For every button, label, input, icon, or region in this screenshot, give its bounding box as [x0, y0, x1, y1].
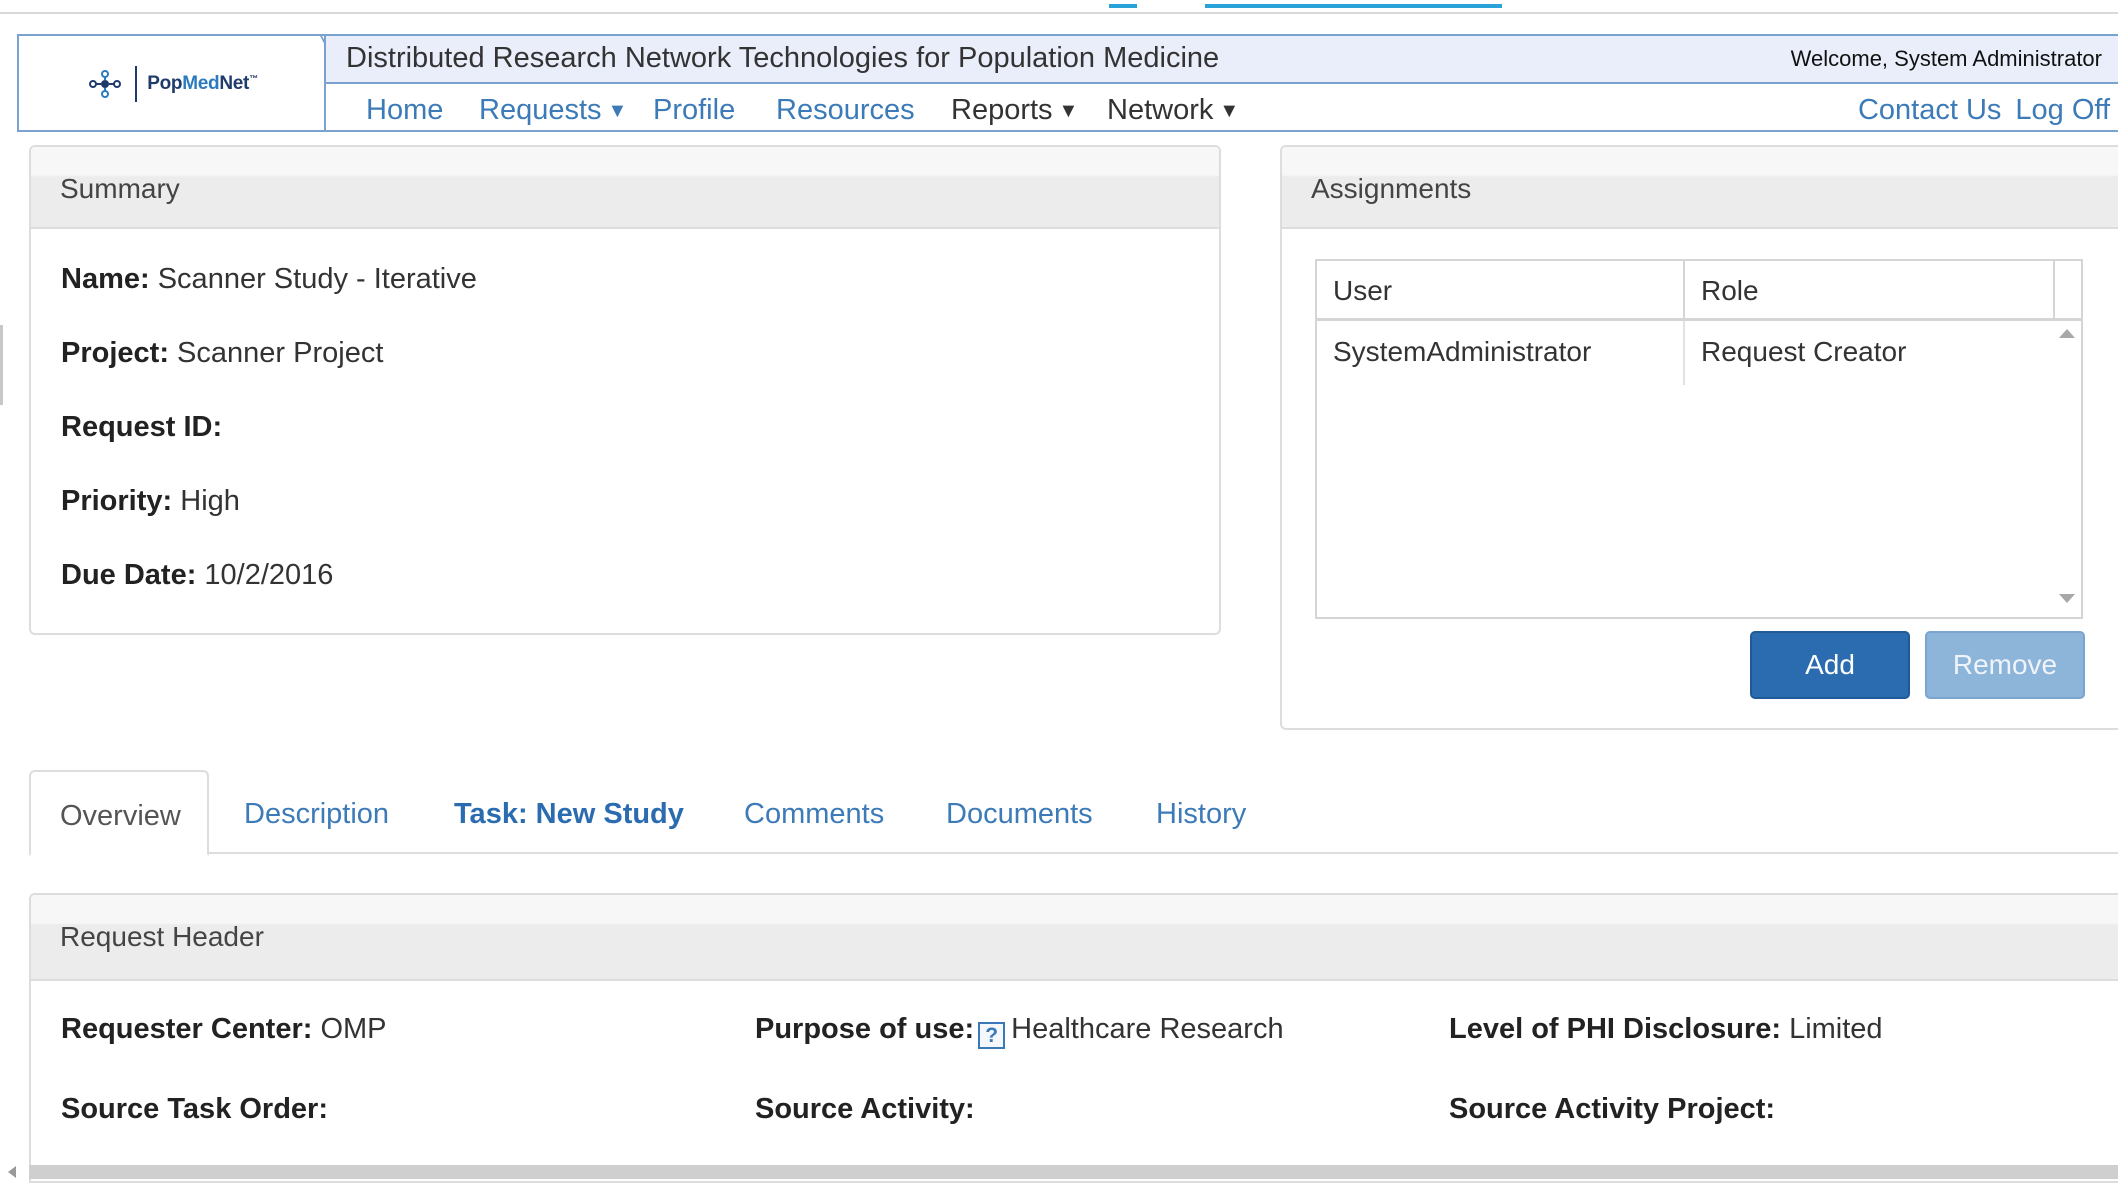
app-header: PopMedNet™ Distributed Research Network …: [17, 34, 2118, 132]
summary-priority-row: Priority: High: [61, 485, 240, 517]
table-row[interactable]: SystemAdministrator Request Creator: [1317, 321, 2055, 385]
nav-home[interactable]: Home: [366, 94, 443, 127]
assignments-panel: Assignments User Role SystemAdministrato…: [1280, 145, 2118, 730]
request-header-title: Request Header: [60, 921, 264, 952]
request-header-panel: Request Header Requester Center: OMP Pur…: [29, 893, 2118, 1183]
window-edge: [0, 325, 3, 405]
main-nav: Home Requests ▼ Profile Resources Reports…: [326, 84, 2118, 132]
log-off-link[interactable]: Log Off: [2015, 94, 2110, 126]
assignments-heading: Assignments: [1282, 147, 2118, 229]
summary-title: Summary: [60, 173, 180, 204]
contact-us-link[interactable]: Contact Us: [1858, 94, 2001, 126]
scroll-down-arrow-icon[interactable]: [2059, 594, 2075, 603]
summary-project-row: Project: Scanner Project: [61, 337, 384, 369]
nav-profile[interactable]: Profile: [653, 94, 735, 127]
column-header-role[interactable]: Role: [1685, 261, 2055, 318]
summary-request-id-row: Request ID:: [61, 411, 223, 443]
request-header-heading: Request Header: [31, 895, 2118, 981]
cell-user: SystemAdministrator: [1317, 321, 1685, 385]
logo-divider: [135, 66, 138, 102]
network-logo-icon: [89, 70, 122, 98]
nav-network[interactable]: Network ▼: [1107, 94, 1239, 127]
scroll-up-arrow-icon[interactable]: [2059, 329, 2075, 338]
request-tabs: Overview Description Task: New Study Com…: [29, 770, 2118, 856]
welcome-message: Welcome, System Administrator: [1790, 46, 2102, 71]
nav-utility-links: Contact Us Log Off: [1844, 94, 2110, 127]
resize-corner-icon: [8, 1166, 16, 1178]
assignments-title: Assignments: [1311, 173, 1472, 204]
popmednet-logo[interactable]: PopMedNet™: [19, 36, 326, 132]
horizontal-scrollbar[interactable]: [29, 1165, 2118, 1179]
summary-panel: Summary Name: Scanner Study - Iterative …: [29, 145, 1221, 635]
remove-button[interactable]: Remove: [1925, 631, 2085, 699]
source-activity-field: Source Activity:: [755, 1093, 975, 1125]
column-header-user[interactable]: User: [1317, 261, 1685, 318]
browser-tab-indicator-active: [1205, 4, 1502, 8]
source-activity-project-field: Source Activity Project:: [1449, 1093, 1776, 1125]
assignments-grid[interactable]: User Role SystemAdministrator Request Cr…: [1315, 259, 2083, 619]
add-button[interactable]: Add: [1750, 631, 1910, 699]
nav-reports[interactable]: Reports ▼: [951, 94, 1078, 127]
summary-name-row: Name: Scanner Study - Iterative: [61, 263, 477, 295]
source-task-order-field: Source Task Order:: [61, 1093, 329, 1125]
chevron-down-icon: ▼: [1219, 100, 1240, 122]
grid-header: User Role: [1317, 261, 2081, 321]
chevron-down-icon: ▼: [607, 100, 628, 122]
app-title: Distributed Research Network Technologie…: [346, 42, 1220, 74]
help-icon[interactable]: ?: [978, 1022, 1006, 1049]
phi-disclosure-field: Level of PHI Disclosure: Limited: [1449, 1013, 1883, 1045]
chevron-down-icon: ▼: [1058, 100, 1079, 122]
purpose-of-use-field: Purpose of use:? Healthcare Research: [755, 1013, 1284, 1049]
logo-wordmark: PopMedNet™: [147, 73, 258, 94]
nav-resources[interactable]: Resources: [776, 94, 915, 127]
tab-overview[interactable]: Overview: [29, 770, 209, 856]
requester-center-field: Requester Center: OMP: [61, 1013, 387, 1045]
title-strip: Distributed Research Network Technologie…: [326, 36, 2118, 84]
summary-due-date-row: Due Date: 10/2/2016: [61, 559, 334, 591]
browser-top-rule: [0, 12, 2118, 14]
nav-requests[interactable]: Requests ▼: [479, 94, 627, 127]
cell-role: Request Creator: [1701, 336, 1907, 367]
summary-heading: Summary: [31, 147, 1219, 229]
browser-tab-indicator: [1109, 4, 1137, 8]
